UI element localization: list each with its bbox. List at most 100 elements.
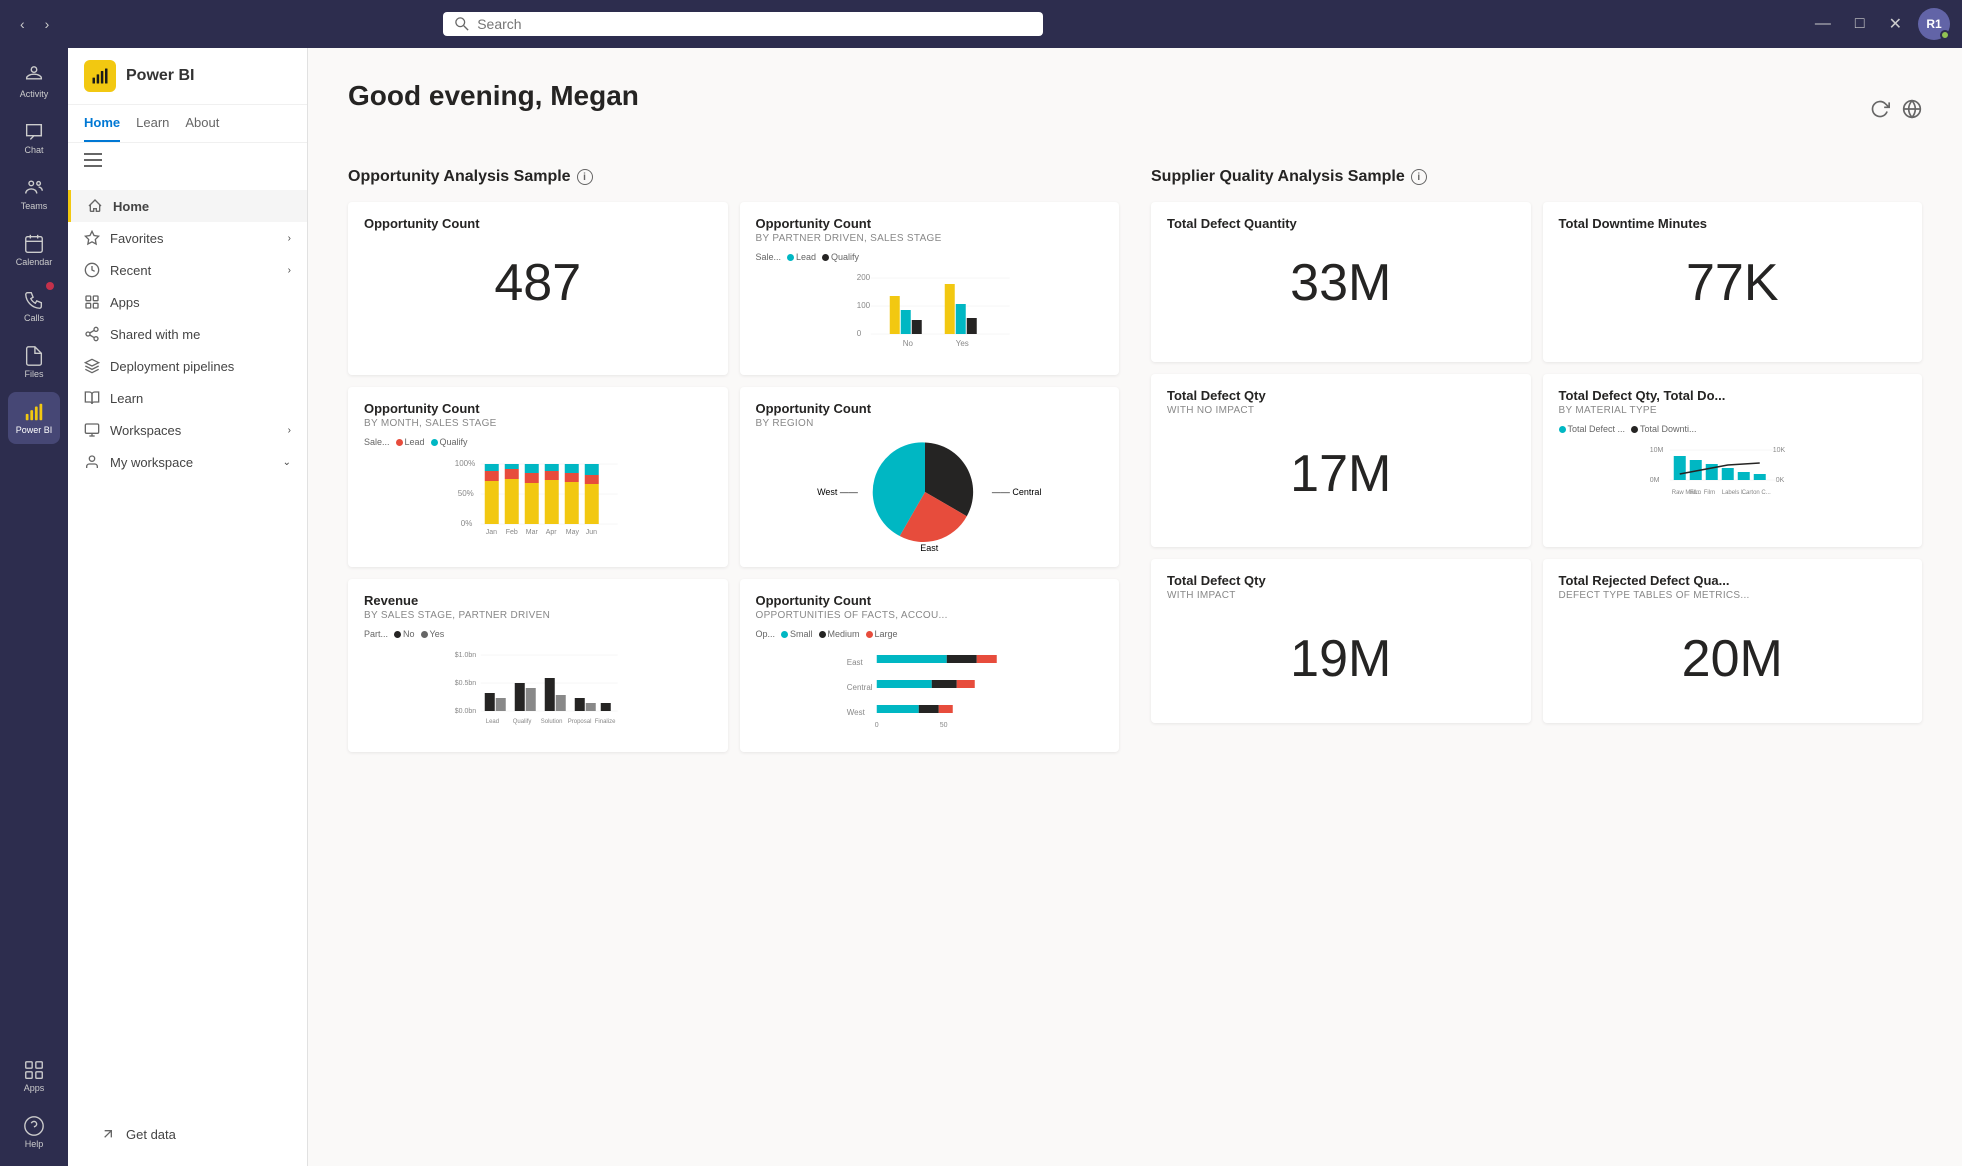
card-defect-impact-value: 19M [1167, 609, 1515, 709]
svg-text:Film: Film [1689, 490, 1700, 496]
card-opp-partner-subtitle: BY PARTNER DRIVEN, SALES STAGE [756, 233, 1104, 244]
partner-legend: Sale... Lead Qualify [756, 252, 1104, 262]
svg-text:0: 0 [874, 722, 878, 729]
svg-text:Finalize: Finalize [595, 719, 616, 725]
nav-myworkspace-label: My workspace [110, 455, 193, 470]
svg-text:100: 100 [856, 301, 870, 310]
tab-home[interactable]: Home [84, 105, 120, 142]
nav-item-pipelines[interactable]: Deployment pipelines [68, 350, 307, 382]
sidebar-item-teams[interactable]: Teams [8, 168, 60, 220]
card-opp-region[interactable]: Opportunity Count BY REGION West —— [740, 387, 1120, 567]
refresh-button[interactable] [1870, 99, 1890, 122]
page-greeting: Good evening, Megan [348, 80, 639, 112]
avatar[interactable]: R1 [1918, 8, 1950, 40]
svg-text:Carton C...: Carton C... [1741, 490, 1770, 496]
tab-learn[interactable]: Learn [136, 105, 169, 142]
myworkspace-chevron: ⌄ [283, 457, 291, 468]
main-content: Good evening, Megan Opportunity Analysis… [308, 48, 1962, 1166]
card-total-downtime[interactable]: Total Downtime Minutes 77K [1543, 202, 1923, 362]
card-total-defect[interactable]: Total Defect Quantity 33M [1151, 202, 1531, 362]
calls-notification [46, 282, 54, 290]
card-defect-material[interactable]: Total Defect Qty, Total Do... BY MATERIA… [1543, 374, 1923, 547]
region-pie-chart [870, 437, 980, 547]
card-revenue[interactable]: Revenue BY SALES STAGE, PARTNER DRIVEN P… [348, 579, 728, 752]
month-chart: 100% 50% 0% [364, 451, 712, 541]
facts-chart: East Central West [756, 643, 1104, 733]
card-defect-noimpact[interactable]: Total Defect Qty WITH NO IMPACT 17M [1151, 374, 1531, 547]
svg-text:100%: 100% [455, 459, 475, 468]
card-rejected-defect-subtitle: DEFECT TYPE TABLES OF METRICS... [1559, 590, 1907, 601]
card-opp-month[interactable]: Opportunity Count BY MONTH, SALES STAGE … [348, 387, 728, 567]
svg-text:Jun: Jun [586, 529, 597, 536]
search-input[interactable] [477, 16, 1031, 32]
card-opp-facts[interactable]: Opportunity Count OPPORTUNITIES OF FACTS… [740, 579, 1120, 752]
svg-text:10M: 10M [1649, 447, 1663, 454]
nav-item-favorites[interactable]: Favorites › [68, 222, 307, 254]
svg-text:$0.5bn: $0.5bn [455, 680, 477, 687]
card-defect-impact[interactable]: Total Defect Qty WITH IMPACT 19M [1151, 559, 1531, 723]
back-button[interactable]: ‹ [12, 12, 33, 36]
nav-pipelines-label: Deployment pipelines [110, 359, 234, 374]
card-total-defect-value: 33M [1167, 233, 1515, 333]
forward-button[interactable]: › [37, 12, 58, 36]
opportunity-info-icon[interactable]: i [577, 169, 593, 185]
card-revenue-subtitle: BY SALES STAGE, PARTNER DRIVEN [364, 610, 712, 621]
search-icon [455, 17, 469, 31]
powerbi-label: Power BI [16, 425, 53, 435]
maximize-button[interactable]: □ [1847, 11, 1873, 37]
card-opp-facts-title: Opportunity Count [756, 593, 1104, 608]
svg-text:Mar: Mar [526, 529, 539, 536]
region-east-label: East [756, 543, 1104, 553]
tab-about[interactable]: About [185, 105, 219, 142]
facts-legend: Op... Small Medium Large [756, 629, 1104, 639]
sidebar-item-apps[interactable]: Apps [8, 1050, 60, 1102]
nav-item-getdata[interactable]: Get data [84, 1118, 291, 1150]
nav-shared-label: Shared with me [110, 327, 200, 342]
svg-text:Central: Central [846, 683, 872, 692]
nav-item-home[interactable]: Home [68, 190, 307, 222]
sidebar-item-calendar[interactable]: Calendar [8, 224, 60, 276]
svg-text:50%: 50% [458, 489, 474, 498]
card-opp-count[interactable]: Opportunity Count 487 [348, 202, 728, 375]
material-chart: 10M 0M 10K 0K [1559, 438, 1907, 528]
hamburger-menu[interactable] [68, 143, 307, 182]
sidebar-item-powerbi[interactable]: Power BI [8, 392, 60, 444]
month-legend: Sale... Lead Qualify [364, 437, 712, 447]
sidebar-item-files[interactable]: Files [8, 336, 60, 388]
supplier-info-icon[interactable]: i [1411, 169, 1427, 185]
svg-text:Lead: Lead [486, 719, 499, 725]
favorites-chevron: › [288, 233, 291, 244]
files-label: Files [24, 369, 43, 379]
region-content: West —— —— Central [756, 437, 1104, 547]
teams-sidebar: Activity Chat Teams Calendar Calls [0, 48, 68, 1166]
sidebar-item-help[interactable]: Help [8, 1106, 60, 1158]
globe-button[interactable] [1902, 99, 1922, 122]
search-bar [443, 12, 1043, 36]
sidebar-item-chat[interactable]: Chat [8, 112, 60, 164]
close-button[interactable]: ✕ [1881, 10, 1910, 38]
sidebar-item-activity[interactable]: Activity [8, 56, 60, 108]
nav-learn-label: Learn [110, 391, 143, 406]
svg-text:Proposal: Proposal [568, 719, 592, 725]
card-total-defect-title: Total Defect Quantity [1167, 216, 1515, 231]
nav-item-learn[interactable]: Learn [68, 382, 307, 414]
nav-item-workspaces[interactable]: Workspaces › [68, 414, 307, 446]
opportunity-section-title: Opportunity Analysis Sample i [348, 168, 1119, 186]
nav-item-myworkspace[interactable]: My workspace ⌄ [68, 446, 307, 478]
minimize-button[interactable]: — [1807, 11, 1839, 37]
help-label: Help [25, 1139, 44, 1149]
nav-item-apps[interactable]: Apps [68, 286, 307, 318]
nav-item-recent[interactable]: Recent › [68, 254, 307, 286]
card-rejected-defect[interactable]: Total Rejected Defect Qua... DEFECT TYPE… [1543, 559, 1923, 723]
card-opp-region-subtitle: BY REGION [756, 418, 1104, 429]
nav-favorites-label: Favorites [110, 231, 163, 246]
card-defect-impact-subtitle: WITH IMPACT [1167, 590, 1515, 601]
svg-text:Feb: Feb [506, 529, 518, 536]
card-opp-month-title: Opportunity Count [364, 401, 712, 416]
nav-item-shared[interactable]: Shared with me [68, 318, 307, 350]
svg-text:50: 50 [939, 722, 947, 729]
svg-text:$1.0bn: $1.0bn [455, 652, 477, 659]
card-opp-partner[interactable]: Opportunity Count BY PARTNER DRIVEN, SAL… [740, 202, 1120, 375]
svg-text:0: 0 [856, 329, 861, 338]
svg-text:No: No [902, 339, 913, 348]
